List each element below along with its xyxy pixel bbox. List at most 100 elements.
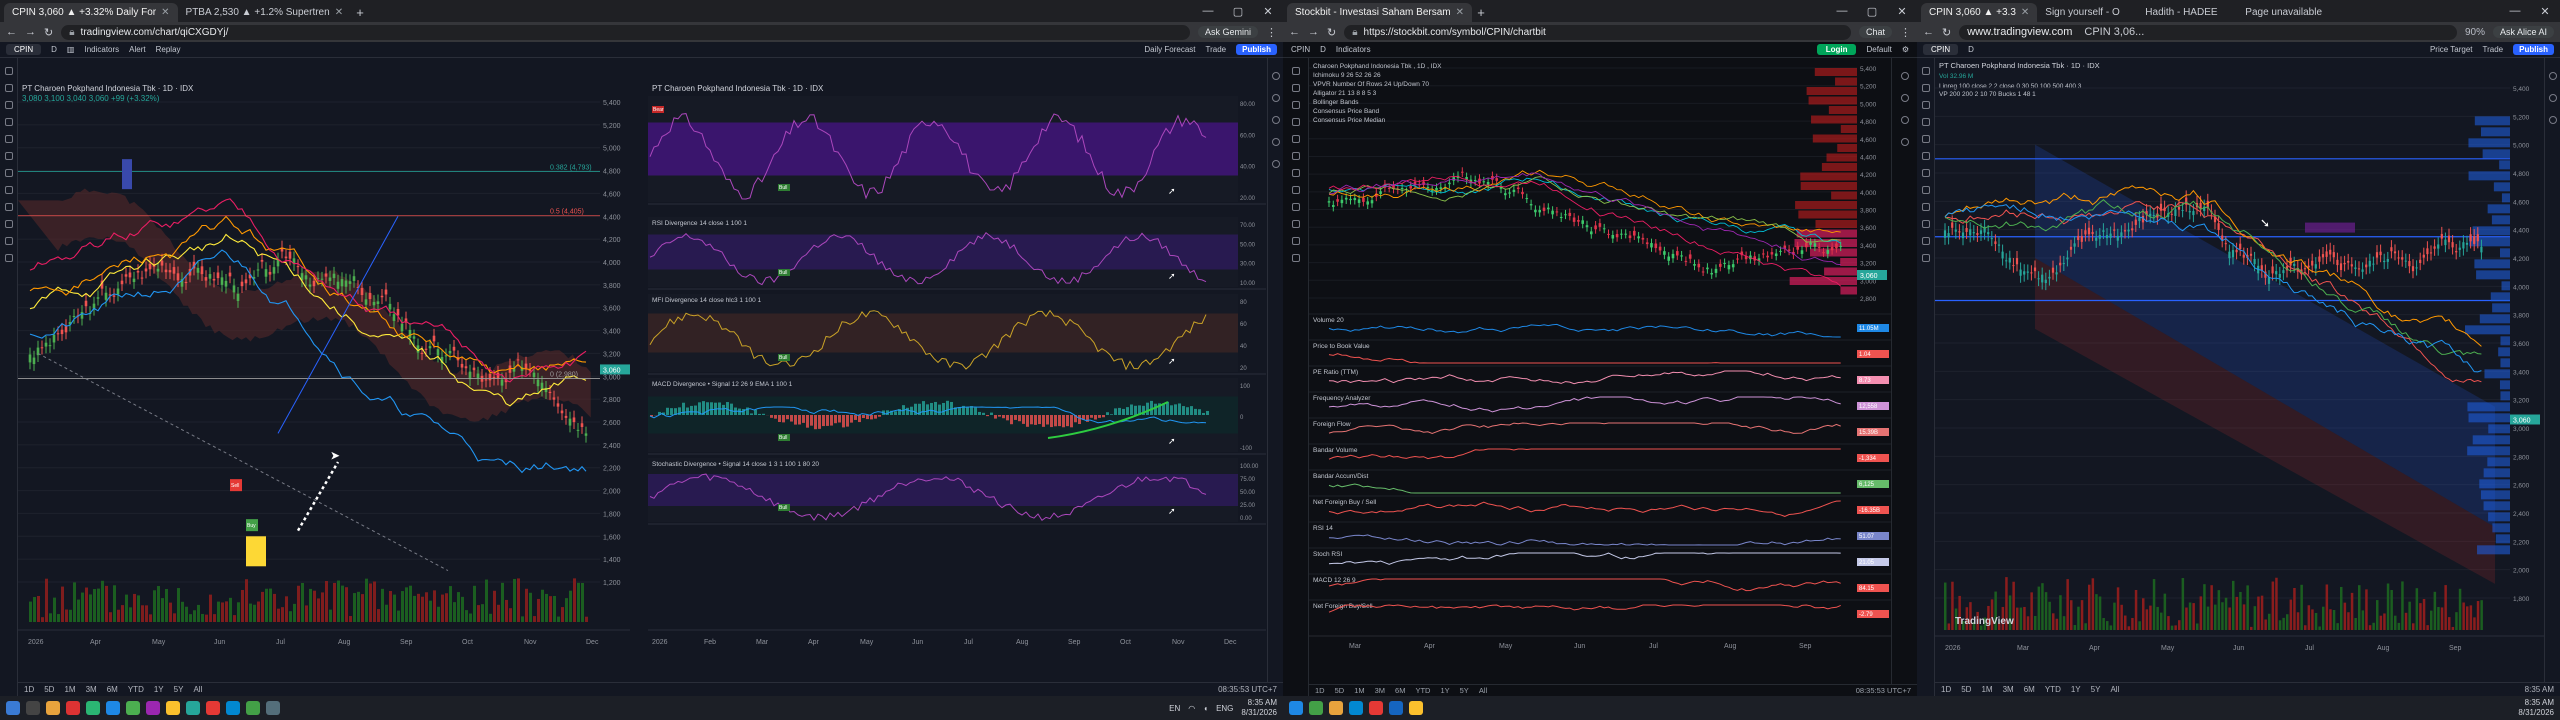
fib-icon[interactable] [1291,101,1300,109]
lang-label-2[interactable]: ENG [1216,704,1233,713]
settings-icon[interactable]: ⚙ [1902,45,1909,54]
forecast-icon[interactable] [1921,135,1930,143]
timeframe-5d[interactable]: 5D [1335,686,1345,695]
edge-icon[interactable] [226,701,240,715]
timeframe-5y[interactable]: 5Y [2091,685,2101,694]
new-tab-button[interactable]: + [1472,3,1490,22]
forward-icon[interactable]: → [1308,26,1319,38]
reload-icon[interactable]: ↻ [1327,26,1336,39]
news-icon[interactable] [1900,138,1909,146]
measure-icon[interactable] [4,186,13,194]
timeframe-ytd[interactable]: YTD [1415,686,1430,695]
alerts-icon[interactable] [1271,94,1280,102]
app-icon[interactable] [166,701,180,715]
timeframe-3m[interactable]: 3M [86,685,97,694]
timeframe-all[interactable]: All [2110,685,2119,694]
crosshair-icon[interactable] [4,67,13,75]
app-icon[interactable] [1309,701,1323,715]
app-icon[interactable] [66,701,80,715]
replay-button[interactable]: Replay [156,45,181,54]
pattern-icon[interactable] [1291,118,1300,126]
close-icon[interactable]: ✕ [161,7,169,18]
browser-icon[interactable] [106,701,120,715]
lock-icon[interactable] [1921,237,1930,245]
browser-tab[interactable]: Sign yourself - O [2037,3,2137,22]
close-icon[interactable]: ✕ [335,7,343,18]
timeframe-1m[interactable]: 1M [64,685,75,694]
zoom-icon[interactable] [4,203,13,211]
trade-button[interactable]: Trade [2483,45,2504,54]
timeframe-5y[interactable]: 5Y [1460,686,1469,695]
forecast-icon[interactable] [4,135,13,143]
zoom-level[interactable]: 90% [2465,27,2485,38]
alert-button[interactable]: Alert [129,45,145,54]
ask-alice-button[interactable]: Ask Alice AI [2492,26,2554,38]
close-window-icon[interactable]: ✕ [2530,5,2560,18]
menu-icon[interactable]: ⋮ [1900,26,1911,39]
chat-icon[interactable] [1271,160,1280,168]
browser-tab[interactable]: Hadith - HADEE [2137,3,2237,22]
app-icon[interactable] [1409,701,1423,715]
timeframe-ytd[interactable]: YTD [128,685,144,694]
app-icon[interactable] [1389,701,1403,715]
indicator-panes[interactable]: 80.00 60.00 40.00 20.00 Bull ➚ RSI Divergence … [648,82,1266,652]
brush-icon[interactable] [1291,135,1300,143]
zoom-icon[interactable] [1921,203,1930,211]
browser-tab[interactable]: CPIN 3,060 ▲ +3.3 ✕ [1921,3,2038,22]
timeframe-6m[interactable]: 6M [2024,685,2035,694]
trade-button[interactable]: Trade [1206,45,1227,54]
timeframe-1y[interactable]: 1Y [1440,686,1449,695]
timeframe-5d[interactable]: 5D [44,685,54,694]
fib-icon[interactable] [1921,101,1930,109]
layout-select[interactable]: Default [1866,45,1891,54]
main-price-chart[interactable]: 5,400 5,200 5,000 4,800 4,600 4,400 4,200 4,000… [18,82,630,652]
app-icon[interactable] [1369,701,1383,715]
ask-gemini-button[interactable]: Ask Gemini [1197,26,1258,38]
chat-button[interactable]: Chat [1858,26,1892,38]
back-icon[interactable]: ← [1923,26,1934,38]
timeframe-1d[interactable]: 1D [1941,685,1951,694]
browser-tab[interactable]: Stockbit - Investasi Saham Bersam ✕ [1287,3,1473,22]
timeframe-5y[interactable]: 5Y [174,685,184,694]
wifi-icon[interactable]: ◠ [1188,704,1195,713]
close-window-icon[interactable]: ✕ [1253,5,1283,18]
lock-icon[interactable] [4,237,13,245]
app-icon[interactable] [186,701,200,715]
text-icon[interactable] [4,169,13,177]
forecast-button[interactable]: Daily Forecast [1144,45,1195,54]
indicators-button[interactable]: Indicators [84,45,119,54]
publish-button[interactable]: Publish [1236,44,1277,55]
app-icon[interactable] [1349,701,1363,715]
url-field[interactable]: 🔒︎ tradingview.com/chart/qiCXGDYj/ [61,24,1190,40]
watchlist-icon[interactable] [1900,72,1909,80]
lock-icon[interactable] [1291,220,1300,228]
menu-icon[interactable]: ⋮ [1266,26,1277,39]
indicators-button[interactable]: Indicators [1336,45,1371,54]
measure-icon[interactable] [1291,169,1300,177]
reload-icon[interactable]: ↻ [1942,26,1951,39]
stockbit-chart[interactable]: 5,400 5,200 5,000 4,800 4,600 4,400 4,200 4,000… [1309,58,1891,672]
back-icon[interactable]: ← [1289,26,1300,38]
brush-icon[interactable] [4,152,13,160]
lang-label[interactable]: EN [1169,704,1180,713]
start-icon[interactable] [6,701,20,715]
symbol-search[interactable]: CPIN [6,44,42,55]
alerts-icon[interactable] [2548,94,2557,102]
candle-icon[interactable]: ▥ [67,45,75,54]
fib-icon[interactable] [4,101,13,109]
pattern-icon[interactable] [1921,118,1930,126]
login-button[interactable]: Login [1816,44,1857,55]
interval-button[interactable]: D [1320,45,1326,54]
app-icon[interactable] [146,701,160,715]
new-tab-button[interactable]: + [351,3,369,22]
trash-icon[interactable] [1921,254,1930,262]
interval-button[interactable]: D [51,45,57,54]
eye-icon[interactable] [1291,237,1300,245]
close-icon[interactable]: ✕ [2021,7,2029,18]
magnet-icon[interactable] [1291,203,1300,211]
timeframe-3m[interactable]: 3M [1375,686,1385,695]
minimize-icon[interactable]: — [1827,5,1857,17]
trendline-icon[interactable] [4,84,13,92]
trash-icon[interactable] [4,254,13,262]
minimize-icon[interactable]: — [2500,5,2530,17]
